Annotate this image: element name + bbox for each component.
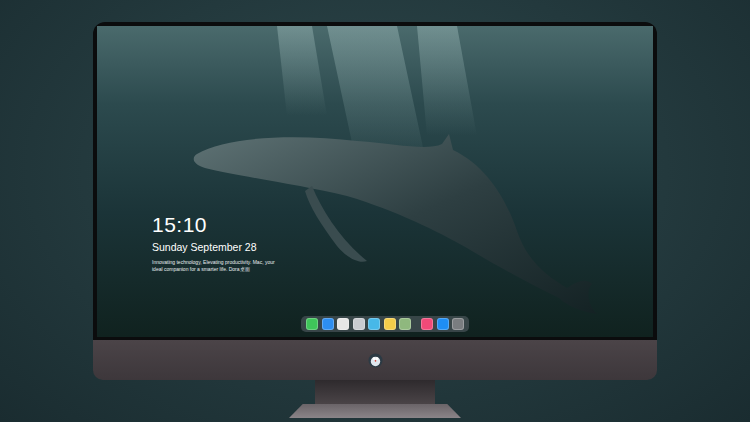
dock bbox=[301, 316, 469, 332]
monitor: 15:10 Sunday September 28 Innovating techn… bbox=[93, 22, 657, 418]
monitor-bezel: 15:10 Sunday September 28 Innovating techn… bbox=[93, 22, 657, 340]
system-icon[interactable] bbox=[452, 318, 464, 330]
monitor-stand-base bbox=[289, 404, 461, 418]
dora-logo-icon bbox=[368, 353, 383, 368]
clips-icon[interactable] bbox=[368, 318, 380, 330]
mail-icon[interactable] bbox=[322, 318, 334, 330]
monitor-chin bbox=[93, 340, 657, 380]
clock-time: 15:10 bbox=[152, 212, 653, 238]
safari-icon[interactable] bbox=[337, 318, 349, 330]
monitor-stand-neck bbox=[315, 380, 435, 404]
clock-date: Sunday September 28 bbox=[152, 240, 653, 254]
preview-icon[interactable] bbox=[353, 318, 365, 330]
tagline: Innovating technology, Elevating product… bbox=[152, 259, 286, 272]
photos-icon[interactable] bbox=[399, 318, 411, 330]
screen: 15:10 Sunday September 28 Innovating techn… bbox=[97, 26, 653, 337]
dock-group bbox=[421, 318, 464, 330]
page: 15:10 Sunday September 28 Innovating techn… bbox=[0, 0, 750, 422]
dock-group bbox=[306, 318, 411, 330]
messages-icon[interactable] bbox=[306, 318, 318, 330]
music-icon[interactable] bbox=[421, 318, 433, 330]
whale-wallpaper-icon bbox=[97, 26, 653, 337]
app-store-icon[interactable] bbox=[437, 318, 449, 330]
notes-icon[interactable] bbox=[384, 318, 396, 330]
lock-clock: 15:10 Sunday September 28 Innovating techn… bbox=[152, 212, 653, 272]
